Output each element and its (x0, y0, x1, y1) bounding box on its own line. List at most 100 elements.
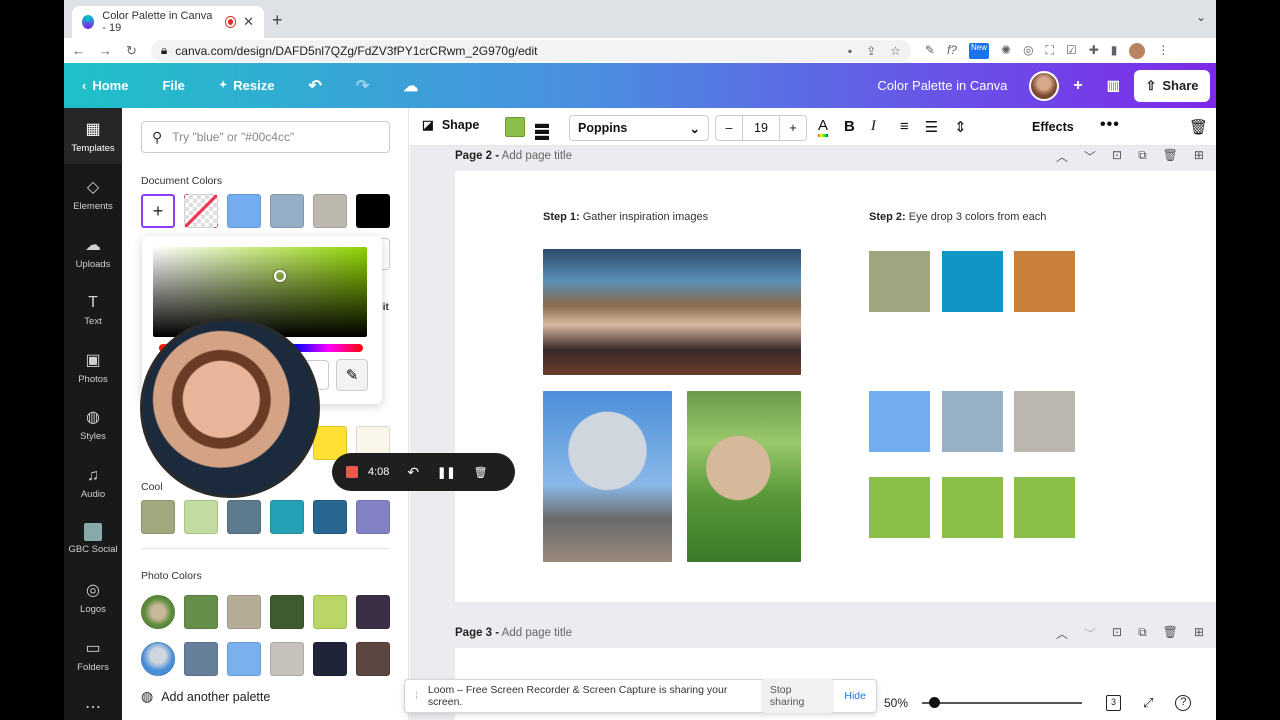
decrease-size-button[interactable]: – (716, 121, 742, 135)
photo-color-swatch[interactable] (313, 595, 347, 629)
color-search-input[interactable]: ⚲ Try "blue" or "#00c4cc" (141, 121, 390, 153)
photo-color-swatch[interactable] (356, 595, 390, 629)
close-tab-icon[interactable]: ✕ (243, 14, 254, 30)
more-options-icon[interactable]: ••• (1100, 116, 1120, 134)
delete-page-icon[interactable]: 🗑︎ (1163, 625, 1178, 642)
sparkle-ext-icon[interactable]: ✺ (1001, 43, 1011, 59)
move-up-icon[interactable]: ︿ (1056, 625, 1068, 642)
cool-color-swatch[interactable] (270, 500, 304, 534)
zoom-slider[interactable] (922, 697, 1083, 708)
redo-button[interactable]: ↷ (356, 76, 369, 96)
lock-page-icon[interactable]: ⊡ (1112, 148, 1122, 165)
lock-page-icon[interactable]: ⊡ (1112, 625, 1122, 642)
page-2[interactable]: Step 1: Gather inspiration images Step 2… (455, 171, 1216, 602)
collaborator-avatar[interactable] (1029, 70, 1060, 101)
new-tab-icon[interactable]: + (272, 10, 283, 31)
formula-ext-icon[interactable]: f? (947, 43, 957, 59)
color-square[interactable] (869, 391, 930, 452)
fullscreen-icon[interactable]: ⤢ (1143, 695, 1153, 711)
photo-color-swatch[interactable] (270, 642, 304, 676)
bookmark-star-icon[interactable]: ☆ (890, 44, 901, 58)
photo-color-swatch[interactable] (227, 642, 261, 676)
photo-color-swatch[interactable] (313, 642, 347, 676)
more-apps-icon[interactable]: ⋯ (64, 698, 122, 720)
capture-ext-icon[interactable]: ⛶ (1046, 43, 1054, 59)
document-color-swatch[interactable] (313, 194, 347, 228)
rail-item-templates[interactable]: ▦ Templates (64, 108, 122, 164)
rail-item-logos[interactable]: ◎ Logos (64, 581, 122, 615)
reload-icon[interactable]: ↻ (126, 43, 137, 59)
cloud-saved-icon[interactable]: ☁ (403, 77, 418, 95)
cool-color-swatch[interactable] (356, 500, 390, 534)
font-family-select[interactable]: Poppins ⌄ (569, 115, 709, 141)
color-square[interactable] (869, 477, 930, 538)
trash-icon[interactable]: 🗑︎ (1189, 118, 1208, 136)
sidepanel-icon[interactable]: ▮ (1111, 43, 1118, 59)
color-square[interactable] (942, 477, 1003, 538)
border-style-icon[interactable]: ▬ ▬ ▬ (535, 116, 549, 142)
photo-color-swatch[interactable] (184, 595, 218, 629)
text-color-icon[interactable]: A (818, 118, 829, 137)
move-down-icon[interactable]: ﹀ (1084, 148, 1096, 165)
profile-avatar[interactable] (1129, 42, 1146, 59)
webcam-bubble[interactable] (140, 318, 320, 498)
page-count-button[interactable]: 3 (1106, 695, 1122, 711)
hide-button[interactable]: Hide (844, 690, 866, 702)
photo-color-swatch[interactable] (270, 595, 304, 629)
pause-icon[interactable]: ❚❚ (437, 466, 455, 479)
stop-recording-icon[interactable] (346, 466, 358, 478)
color-square[interactable] (1014, 251, 1075, 312)
add-page-icon[interactable]: ⊞ (1194, 148, 1204, 165)
rail-item-text[interactable]: T Text (64, 293, 122, 327)
rail-item-folders[interactable]: ▭ Folders (64, 639, 122, 673)
document-color-swatch[interactable] (227, 194, 261, 228)
new-ext-icon[interactable]: New (968, 42, 989, 59)
duplicate-page-icon[interactable]: ⧉ (1138, 148, 1147, 165)
effects-button[interactable]: Effects (1032, 120, 1074, 134)
document-color-swatch[interactable] (356, 194, 390, 228)
add-another-palette-button[interactable]: ◍ Add another palette (141, 688, 270, 705)
browser-tab[interactable]: Color Palette in Canva - 19 ✕ (72, 6, 264, 38)
help-icon[interactable]: ? (1175, 695, 1192, 711)
list-icon[interactable]: ☰ (925, 118, 938, 137)
photo-color-swatch[interactable] (356, 642, 390, 676)
stop-sharing-button[interactable]: Stop sharing (760, 679, 835, 713)
camera-icon[interactable]: ▪ (848, 44, 852, 58)
rail-item-styles[interactable]: ◍ Styles (64, 408, 122, 442)
transparent-swatch[interactable] (184, 194, 218, 228)
color-square[interactable] (869, 251, 930, 312)
dog-photo[interactable] (687, 391, 801, 562)
delete-page-icon[interactable]: 🗑︎ (1163, 148, 1178, 165)
restart-icon[interactable]: ↶ (407, 464, 419, 481)
analytics-icon[interactable]: ▥ (1107, 77, 1120, 94)
font-size-value[interactable]: 19 (742, 116, 780, 140)
move-down-icon[interactable]: ﹀ (1084, 625, 1096, 642)
color-picker-thumb[interactable] (274, 270, 286, 282)
cool-color-swatch[interactable] (184, 500, 218, 534)
design-title[interactable]: Color Palette in Canva (877, 78, 1007, 93)
home-button[interactable]: ‹ Home (82, 78, 128, 93)
circle-ext-icon[interactable]: ◎ (1023, 43, 1033, 59)
check-ext-icon[interactable]: ☑ (1066, 43, 1077, 59)
undo-button[interactable]: ↶ (308, 76, 321, 96)
zoom-slider-thumb[interactable] (929, 697, 941, 708)
page-title-input[interactable]: Add page title (502, 150, 572, 162)
step-2-text[interactable]: Step 2: Eye drop 3 colors from each (869, 211, 1046, 223)
italic-icon[interactable]: I (871, 118, 876, 137)
color-square[interactable] (942, 251, 1003, 312)
group-photo[interactable] (543, 249, 801, 375)
resize-button[interactable]: ✦ Resize (219, 78, 275, 93)
rail-item-uploads[interactable]: ☁ Uploads (64, 236, 122, 270)
forward-icon[interactable]: → (99, 43, 112, 58)
cool-color-swatch[interactable] (141, 500, 175, 534)
photo-color-swatch[interactable] (227, 595, 261, 629)
rail-item-elements[interactable]: ◇ Elements (64, 178, 122, 212)
share-page-icon[interactable]: ⇪ (866, 44, 876, 58)
bold-icon[interactable]: B (844, 118, 855, 137)
cool-color-swatch[interactable] (227, 500, 261, 534)
rail-item-photos[interactable]: ▣ Photos (64, 351, 122, 385)
discard-icon[interactable]: 🗑︎ (474, 466, 488, 479)
add-page-icon[interactable]: ⊞ (1194, 625, 1204, 642)
zoom-level[interactable]: 50% (884, 696, 908, 710)
puzzle-icon[interactable]: ✚ (1089, 43, 1099, 59)
